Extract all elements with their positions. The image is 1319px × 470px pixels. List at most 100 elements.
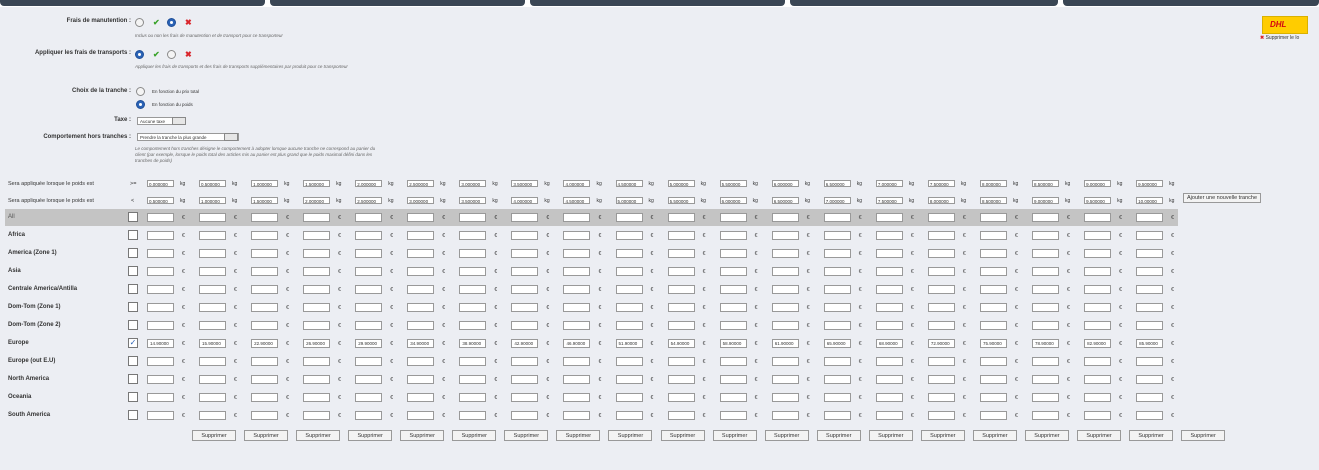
price-input[interactable] [251,213,279,222]
price-input[interactable] [1084,267,1112,277]
price-input[interactable] [563,375,591,385]
price-input[interactable] [303,303,331,313]
price-input[interactable] [927,267,955,277]
zone-checkbox[interactable] [128,410,138,421]
price-input[interactable] [667,303,695,313]
price-input[interactable] [719,321,747,331]
price-input[interactable] [147,213,174,222]
price-input[interactable] [1032,285,1060,295]
price-input[interactable]: 54.90000 [667,339,695,349]
price-input[interactable] [1136,213,1164,222]
price-input[interactable] [927,303,955,313]
weight-to-input[interactable]: 7.500000 [875,197,903,204]
price-input[interactable] [823,357,851,367]
price-input[interactable] [979,267,1007,277]
tax-select[interactable]: Aucune taxe [137,117,186,125]
delete-range-button[interactable]: Supprimer [244,430,289,441]
weight-to-input[interactable]: 3.500000 [459,197,487,204]
delete-range-button[interactable]: Supprimer [504,430,549,441]
weight-to-input[interactable]: 9.500000 [1084,197,1112,204]
price-input[interactable] [563,231,591,241]
price-input[interactable] [1084,375,1112,385]
price-input[interactable] [355,321,383,331]
price-input[interactable] [563,303,591,313]
price-input[interactable] [355,285,383,295]
price-input[interactable]: 15.90000 [199,339,227,349]
price-input[interactable] [459,411,487,421]
price-input[interactable] [615,357,643,367]
price-input[interactable] [147,303,174,313]
delete-range-button[interactable]: Supprimer [452,430,497,441]
price-input[interactable] [1032,303,1060,313]
price-input[interactable] [251,411,279,421]
price-input[interactable] [511,393,539,403]
price-input[interactable] [979,375,1007,385]
price-input[interactable] [615,285,643,295]
price-input[interactable] [1084,213,1112,222]
price-input[interactable] [875,231,903,241]
price-input[interactable] [1084,393,1112,403]
price-input[interactable] [459,249,487,259]
price-input[interactable]: 51.90000 [615,339,643,349]
price-input[interactable] [823,393,851,403]
price-input[interactable] [459,285,487,295]
price-input[interactable] [251,321,279,331]
price-input[interactable] [1084,357,1112,367]
price-input[interactable] [407,249,435,259]
weight-from-input[interactable]: 3.500000 [511,180,539,187]
delete-range-button[interactable]: Supprimer [660,430,705,441]
price-input[interactable] [719,303,747,313]
delete-range-button[interactable]: Supprimer [868,430,913,441]
delete-range-button[interactable]: Supprimer [608,430,653,441]
price-input[interactable] [667,213,695,222]
price-input[interactable] [511,213,539,222]
weight-to-input[interactable]: 8.000000 [927,197,955,204]
price-input[interactable] [251,231,279,241]
price-input[interactable]: 58.90000 [719,339,747,349]
price-input[interactable] [615,231,643,241]
price-input[interactable] [1032,231,1060,241]
price-input[interactable] [719,231,747,241]
price-input[interactable] [771,231,799,241]
weight-from-input[interactable]: 5.000000 [667,180,695,187]
handling-no-radio[interactable] [135,18,144,27]
weight-to-input[interactable]: 6.500000 [771,197,799,204]
price-input[interactable] [875,375,903,385]
zone-checkbox[interactable] [128,284,138,295]
price-input[interactable] [147,393,174,403]
price-input[interactable] [407,267,435,277]
delete-range-button[interactable]: Supprimer [712,430,757,441]
out-of-range-select[interactable]: Prendre la tranche la plus grande [137,133,239,141]
price-input[interactable] [771,411,799,421]
price-input[interactable] [303,411,331,421]
price-input[interactable] [1136,249,1164,259]
price-input[interactable]: 65.90000 [823,339,851,349]
weight-from-input[interactable]: 4.500000 [615,180,643,187]
price-input[interactable] [823,375,851,385]
price-input[interactable] [979,321,1007,331]
weight-from-input[interactable]: 0.500000 [199,180,227,187]
price-input[interactable] [823,249,851,259]
price-input[interactable] [251,249,279,259]
price-input[interactable] [303,375,331,385]
price-input[interactable] [251,285,279,295]
price-input[interactable] [199,249,227,259]
price-input[interactable] [667,393,695,403]
price-input[interactable] [199,411,227,421]
weight-from-input[interactable]: 9.000000 [1084,180,1112,187]
price-input[interactable] [563,357,591,367]
weight-from-input[interactable]: 6.000000 [771,180,799,187]
price-input[interactable] [1136,303,1164,313]
price-input[interactable] [771,285,799,295]
weight-to-input[interactable]: 1.000000 [199,197,227,204]
price-input[interactable] [823,285,851,295]
price-input[interactable] [1136,231,1164,241]
delete-range-button[interactable]: Supprimer [400,430,445,441]
price-input[interactable] [771,357,799,367]
price-input[interactable] [1084,411,1112,421]
price-input[interactable] [511,411,539,421]
price-input[interactable] [771,303,799,313]
price-input[interactable] [303,249,331,259]
weight-from-input[interactable]: 3.000000 [459,180,487,187]
price-input[interactable] [823,267,851,277]
